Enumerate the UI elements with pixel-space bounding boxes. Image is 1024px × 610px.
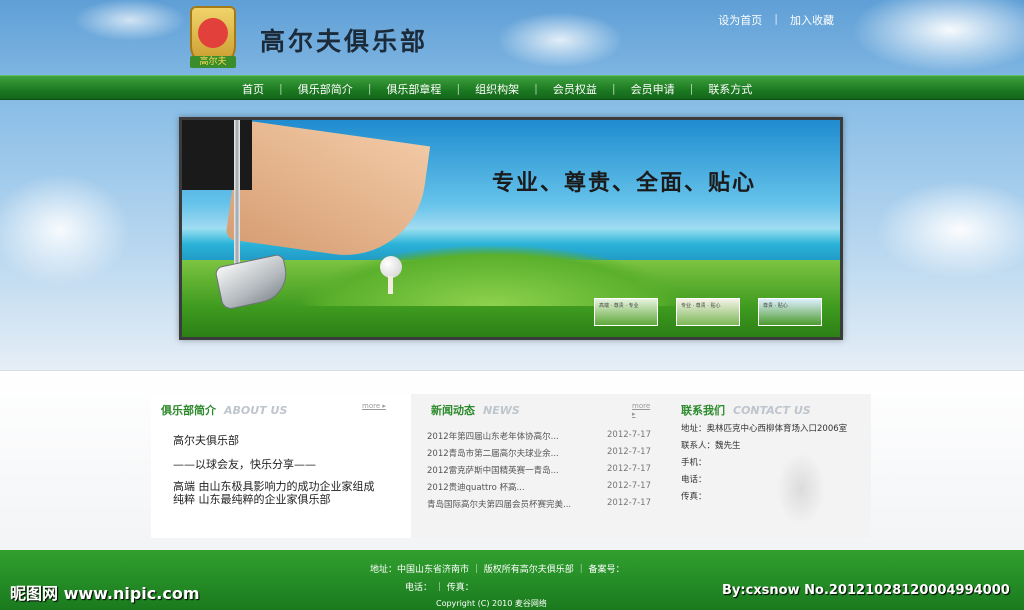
news-item[interactable]: 2012雷克萨斯中国精英赛一青岛... 2012-7-17	[427, 464, 651, 481]
section-heading: 俱乐部简介 ABOUT US	[161, 402, 287, 418]
content-panel: 俱乐部简介 ABOUT US more ▸ 高尔夫俱乐部 ——以球会友，快乐分享—…	[151, 394, 871, 538]
contact-list: 地址：奥林匹克中心西柳体育场入口2006室 联系人：魏先生 手机： 电话： 传真…	[681, 422, 847, 507]
banner: 专业、尊贵、全面、贴心 高端 · 尊贵 · 专业 专业 · 尊贵 · 贴心 尊贵…	[179, 117, 843, 340]
news-item[interactable]: 2012年第四届山东老年体协高尔... 2012-7-17	[427, 430, 651, 447]
nav-item-about[interactable]: 俱乐部简介	[283, 81, 368, 97]
nav-separator: |	[367, 82, 372, 95]
set-homepage-link[interactable]: 设为首页	[718, 12, 762, 28]
banner-thumb-3[interactable]: 尊贵 · 贴心	[758, 298, 822, 326]
logo-text: 高尔夫	[190, 56, 236, 68]
golf-tee-icon	[388, 276, 393, 294]
thumb-caption: 高端 · 尊贵 · 专业	[599, 303, 639, 309]
intro-line-2: 纯粹 山东最纯粹的企业家俱乐部	[173, 493, 331, 506]
club-intro-title: 俱乐部简介	[161, 404, 216, 417]
news-section: 新闻动态 NEWS more ▸ 2012年第四届山东老年体协高尔... 2012-…	[421, 394, 651, 538]
watermark-id: By:cxsnow No.20121028120004994000	[722, 583, 1010, 598]
banner-thumb-2[interactable]: 专业 · 尊贵 · 贴心	[676, 298, 740, 326]
intro-line-1: 高端 由山东极具影响力的成功企业家组成	[173, 480, 375, 493]
club-intro-section: 俱乐部简介 ABOUT US more ▸ 高尔夫俱乐部 ——以球会友，快乐分享—…	[151, 394, 411, 538]
banner-slogan: 专业、尊贵、全面、贴心	[492, 170, 757, 196]
news-more-link[interactable]: more ▸	[632, 402, 651, 418]
watermark-site: 昵图网 www.nipic.com	[10, 584, 200, 603]
footer-address: 地址：中国山东省济南市 ｜ 版权所有高尔夫俱乐部 ｜ 备案号：	[370, 565, 625, 575]
top-links: 设为首页 | 加入收藏	[718, 12, 834, 28]
news-item[interactable]: 2012青岛市第二届高尔夫球业余... 2012-7-17	[427, 447, 651, 464]
nav-item-contact[interactable]: 联系方式	[693, 81, 767, 97]
contact-fax: 传真：	[681, 492, 707, 502]
intro-motto: ——以球会友，快乐分享——	[173, 458, 316, 471]
golf-ball-icon	[380, 256, 402, 278]
add-favorite-link[interactable]: 加入收藏	[790, 12, 834, 28]
nav-separator: |	[611, 82, 616, 95]
news-list: 2012年第四届山东老年体协高尔... 2012-7-17 2012青岛市第二届高…	[427, 430, 651, 515]
nav-item-structure[interactable]: 组织构架	[460, 81, 534, 97]
site-title: 高尔夫俱乐部	[260, 27, 429, 56]
nav-items: 首页 | 俱乐部简介 | 俱乐部章程 | 组织构架 | 会员权益 | 会员申请 …	[227, 76, 767, 101]
nav-item-home[interactable]: 首页	[227, 81, 279, 97]
footer: 地址：中国山东省济南市 ｜ 版权所有高尔夫俱乐部 ｜ 备案号： 电话： ｜ 传真…	[0, 550, 1024, 610]
nav-item-charter[interactable]: 俱乐部章程	[371, 81, 456, 97]
golf-club-shaft-icon	[234, 120, 240, 270]
club-intro-title-en: ABOUT US	[224, 404, 288, 417]
footer-copyright: Copyright (C) 2010 麦谷网络	[436, 599, 547, 608]
contact-section: 联系我们 CONTACT US 地址：奥林匹克中心西柳体育场入口2006室 联系人…	[671, 394, 871, 538]
club-intro-more-link[interactable]: more ▸	[362, 402, 386, 410]
contact-mobile: 手机：	[681, 458, 707, 468]
nav-item-benefits[interactable]: 会员权益	[538, 81, 612, 97]
intro-description: 高端 由山东极具影响力的成功企业家组成 纯粹 山东最纯粹的企业家俱乐部	[173, 480, 375, 506]
golfer-sleeve-image	[182, 120, 252, 190]
contact-title: 联系我们	[681, 404, 725, 417]
banner-thumbnails: 高端 · 尊贵 · 专业 专业 · 尊贵 · 贴心 尊贵 · 贴心	[594, 298, 822, 326]
section-heading: 联系我们 CONTACT US	[681, 402, 811, 418]
contact-person: 联系人：魏先生	[681, 441, 741, 451]
contact-title-en: CONTACT US	[733, 404, 811, 417]
news-item[interactable]: 青岛国际高尔夫第四届会员杯赛完美... 2012-7-17	[427, 498, 651, 515]
footer-phone-fax: 电话： ｜ 传真：	[405, 583, 474, 593]
nav-separator: |	[689, 82, 694, 95]
news-item[interactable]: 2012贵迪quattro 杯高... 2012-7-17	[427, 481, 651, 498]
main-nav: 首页 | 俱乐部简介 | 俱乐部章程 | 组织构架 | 会员权益 | 会员申请 …	[0, 75, 1024, 100]
thumb-caption: 尊贵 · 贴心	[763, 303, 788, 309]
logo-emblem	[198, 18, 228, 48]
banner-hill	[302, 246, 682, 306]
contact-phone: 电话：	[681, 475, 707, 485]
nav-separator: |	[456, 82, 461, 95]
header: 高尔夫 高尔夫俱乐部 设为首页 | 加入收藏	[0, 0, 1024, 75]
nav-item-apply[interactable]: 会员申请	[616, 81, 690, 97]
banner-thumb-1[interactable]: 高端 · 尊贵 · 专业	[594, 298, 658, 326]
thumb-caption: 专业 · 尊贵 · 贴心	[681, 303, 721, 309]
nav-separator: |	[279, 82, 283, 95]
section-heading: 新闻动态 NEWS	[431, 402, 520, 418]
contact-address: 地址：奥林匹克中心西柳体育场入口2006室	[681, 424, 848, 434]
intro-name: 高尔夫俱乐部	[173, 434, 239, 447]
nav-separator: |	[534, 82, 538, 95]
news-title: 新闻动态	[431, 404, 475, 417]
news-title-en: NEWS	[483, 404, 520, 417]
top-link-separator: |	[774, 12, 778, 25]
